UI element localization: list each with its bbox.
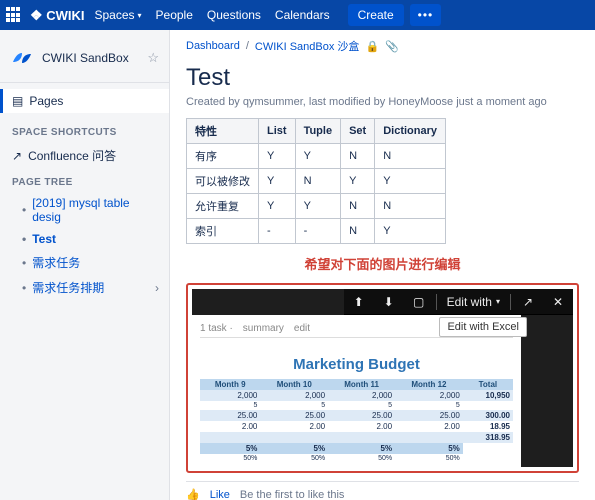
nav-calendars[interactable]: Calendars <box>275 8 330 22</box>
nav-spaces[interactable]: Spaces▾ <box>94 8 141 22</box>
shortcut-label: Confluence 问答 <box>28 147 116 164</box>
tree-item-task[interactable]: 需求任务 <box>4 250 165 275</box>
restrictions-icon[interactable]: 🔒 <box>365 40 379 53</box>
nav-people[interactable]: People <box>156 8 193 22</box>
excel-table: Month 9Month 10Month 11Month 12Total 2,0… <box>200 379 513 463</box>
excel-tab[interactable]: edit <box>294 323 310 334</box>
excel-tab[interactable]: 1 task · <box>200 323 233 334</box>
table-row: 有序YYNN <box>187 144 446 169</box>
upload-icon[interactable]: ⬆ <box>344 289 374 315</box>
edit-with-excel-tooltip[interactable]: Edit with Excel <box>439 317 527 337</box>
page-byline: Created by qymsummer, last modified by H… <box>186 96 579 108</box>
more-button[interactable]: ••• <box>410 4 442 26</box>
space-logo-icon <box>10 46 34 70</box>
tree-item-mysql[interactable]: [2019] mysql table desig <box>4 192 165 228</box>
th-feature: 特性 <box>187 119 259 144</box>
chevron-down-icon: ▾ <box>138 11 142 20</box>
chevron-down-icon: ▾ <box>496 297 500 306</box>
preview-sidebar <box>521 315 573 467</box>
th-tuple: Tuple <box>295 119 341 144</box>
like-caption: Be the first to like this <box>240 489 345 500</box>
embed-highlight: ⬆ ⬇ ▢ Edit with▾ ↗ ✕ Edit with Excel 1 t… <box>186 283 579 473</box>
main-content: Dashboard / CWIKI SandBox 沙盒 🔒 📎 Test Cr… <box>170 30 595 500</box>
crumb-dashboard[interactable]: Dashboard <box>186 40 240 52</box>
sidebar-pages-label: Pages <box>29 94 63 108</box>
excel-tab[interactable]: summary <box>243 323 284 334</box>
pages-icon: ▤ <box>12 94 23 108</box>
like-bar: 👍 Like Be the first to like this <box>186 481 579 500</box>
toolbar-separator <box>510 294 511 310</box>
th-set: Set <box>341 119 375 144</box>
file-preview: ⬆ ⬇ ▢ Edit with▾ ↗ ✕ Edit with Excel 1 t… <box>192 289 573 467</box>
open-external-icon[interactable]: ↗ <box>513 289 543 315</box>
download-icon[interactable]: ⬇ <box>374 289 404 315</box>
tree-item-task-schedule[interactable]: 需求任务排期 <box>4 275 165 300</box>
sidebar: CWIKI SandBox ☆ ▤ Pages SPACE SHORTCUTS … <box>0 30 170 500</box>
page-tree-header: PAGE TREE <box>0 169 169 192</box>
edit-banner: 希望对下面的图片进行编辑 <box>186 254 579 273</box>
properties-table: 特性 List Tuple Set Dictionary 有序YYNN 可以被修… <box>186 118 446 244</box>
star-icon[interactable]: ☆ <box>147 50 159 66</box>
table-row: 索引--NY <box>187 219 446 244</box>
preview-toolbar: ⬆ ⬇ ▢ Edit with▾ ↗ ✕ <box>344 289 573 315</box>
link-icon: ↗ <box>12 149 22 163</box>
comment-icon[interactable]: ▢ <box>404 289 434 315</box>
sidebar-pages[interactable]: ▤ Pages <box>0 89 169 113</box>
create-button[interactable]: Create <box>348 4 404 26</box>
shortcuts-header: SPACE SHORTCUTS <box>0 119 169 142</box>
nav-questions[interactable]: Questions <box>207 8 261 22</box>
like-link[interactable]: Like <box>210 489 230 500</box>
app-switcher-icon[interactable] <box>6 7 22 23</box>
attachments-icon[interactable]: 📎 <box>385 40 399 53</box>
tree-item-test[interactable]: Test <box>4 228 165 250</box>
th-list: List <box>259 119 296 144</box>
brand-logo[interactable]: ❖ CWIKI <box>30 7 84 24</box>
excel-preview: 1 task · summary edit Marketing Budget M… <box>192 315 521 467</box>
table-row: 允许重复YYNN <box>187 194 446 219</box>
thumbs-up-icon[interactable]: 👍 <box>186 488 200 500</box>
shortcut-confluence-qa[interactable]: ↗ Confluence 问答 <box>0 142 169 169</box>
close-icon[interactable]: ✕ <box>543 289 573 315</box>
space-name: CWIKI SandBox <box>42 51 147 65</box>
breadcrumb-separator: / <box>246 40 249 52</box>
excel-title: Marketing Budget <box>200 356 513 373</box>
edit-with-button[interactable]: Edit with▾ <box>439 289 508 315</box>
table-row: 可以被修改YNYY <box>187 169 446 194</box>
th-dict: Dictionary <box>375 119 446 144</box>
toolbar-separator <box>436 294 437 310</box>
crumb-space[interactable]: CWIKI SandBox 沙盒 <box>255 38 360 54</box>
page-title: Test <box>186 64 579 92</box>
breadcrumb: Dashboard / CWIKI SandBox 沙盒 🔒 📎 <box>186 38 579 54</box>
